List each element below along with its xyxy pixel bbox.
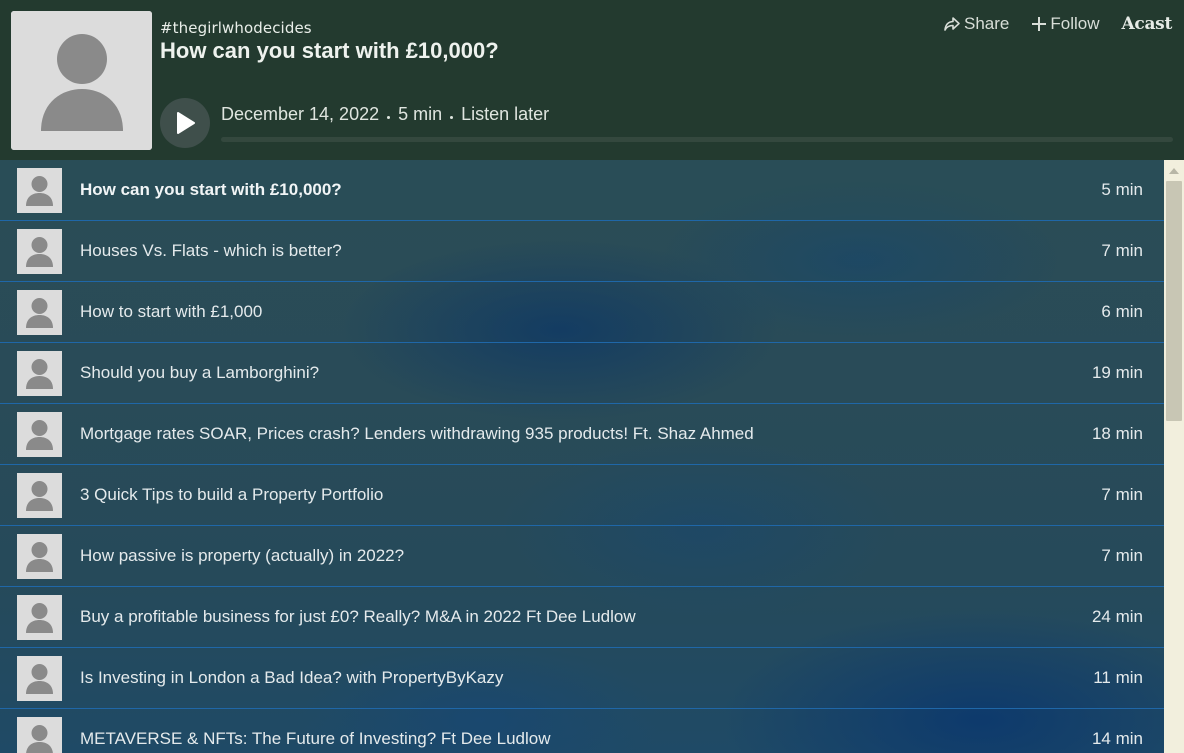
play-button[interactable]	[160, 98, 210, 148]
episode-row-title: How can you start with £10,000?	[80, 180, 342, 199]
episode-thumbnail	[17, 717, 62, 753]
share-arrow-icon	[944, 17, 960, 31]
episode-thumbnail	[17, 351, 62, 396]
plus-icon	[1032, 17, 1047, 31]
episode-date: December 14, 2022	[221, 104, 380, 124]
episode-thumbnail	[17, 473, 62, 518]
playback-progress-bar[interactable]	[221, 137, 1173, 142]
player-header: #thegirlwhodecides How can you start wit…	[0, 0, 1184, 160]
episode-thumbnail	[17, 290, 62, 335]
person-placeholder-icon	[17, 656, 62, 701]
episode-row-duration: 7 min	[1101, 546, 1143, 565]
episode-row[interactable]: Is Investing in London a Bad Idea? with …	[0, 648, 1164, 709]
person-placeholder-icon	[17, 717, 62, 753]
scroll-up-arrow-icon	[1169, 168, 1179, 174]
episode-row-duration: 6 min	[1101, 302, 1143, 321]
episode-row-duration: 5 min	[1101, 180, 1143, 199]
play-icon	[177, 112, 195, 134]
episode-row-title: How passive is property (actually) in 20…	[80, 546, 405, 565]
person-placeholder-icon	[17, 595, 62, 640]
episode-row[interactable]: How passive is property (actually) in 20…	[0, 526, 1164, 587]
person-placeholder-icon	[17, 534, 62, 579]
episode-row[interactable]: Mortgage rates SOAR, Prices crash? Lende…	[0, 404, 1164, 465]
person-placeholder-icon	[17, 351, 62, 396]
episode-thumbnail	[17, 168, 62, 213]
separator-dot	[387, 116, 391, 119]
episode-row[interactable]: Should you buy a Lamborghini? 19 min	[0, 343, 1164, 404]
show-name[interactable]: #thegirlwhodecides	[160, 19, 312, 37]
episode-row[interactable]: Buy a profitable business for just £0? R…	[0, 587, 1164, 648]
episode-row-duration: 14 min	[1091, 729, 1143, 748]
episode-title: How can you start with £10,000?	[160, 38, 499, 63]
person-placeholder-icon	[17, 412, 62, 457]
person-placeholder-icon	[17, 168, 62, 213]
episode-row-duration: 11 min	[1093, 668, 1143, 687]
episode-row-title: Should you buy a Lamborghini?	[80, 363, 320, 382]
episode-list: How can you start with £10,000? 5 min Hous…	[0, 160, 1164, 753]
episode-thumbnail	[17, 229, 62, 274]
episode-row-title: Is Investing in London a Bad Idea? with …	[80, 668, 504, 687]
episode-row[interactable]: How to start with £1,000 6 min	[0, 282, 1164, 343]
episode-row-duration: 24 min	[1091, 607, 1143, 626]
episode-row-title: 3 Quick Tips to build a Property Portfol…	[80, 485, 384, 504]
episode-row-title: Houses Vs. Flats - which is better?	[80, 241, 342, 260]
episode-thumbnail	[17, 656, 62, 701]
acast-logo[interactable]: Acast	[1122, 14, 1173, 34]
share-label: Share	[964, 14, 1010, 33]
episode-thumbnail	[17, 412, 62, 457]
person-placeholder-icon	[17, 290, 62, 335]
person-placeholder-icon	[17, 229, 62, 274]
episode-row-title: Buy a profitable business for just £0? R…	[80, 607, 636, 626]
episode-row-duration: 7 min	[1101, 485, 1143, 504]
episode-duration: 5 min	[398, 104, 443, 124]
person-placeholder-icon	[17, 473, 62, 518]
follow-button[interactable]: Follow	[1031, 14, 1100, 34]
episode-row-title: How to start with £1,000	[80, 302, 263, 321]
episode-row-title: METAVERSE & NFTs: The Future of Investin…	[80, 729, 551, 748]
episode-row[interactable]: METAVERSE & NFTs: The Future of Investin…	[0, 709, 1164, 753]
episode-row-duration: 7 min	[1101, 241, 1143, 260]
scroll-up-button[interactable]	[1164, 164, 1184, 178]
episode-row-duration: 18 min	[1091, 424, 1143, 443]
episode-meta: December 14, 2022 5 min Listen later	[221, 104, 549, 125]
scrollbar[interactable]	[1164, 160, 1184, 753]
podcast-cover-image	[11, 11, 152, 150]
person-placeholder-icon	[11, 11, 152, 150]
share-button[interactable]: Share	[943, 14, 1009, 34]
episode-row[interactable]: Houses Vs. Flats - which is better? 7 min	[0, 221, 1164, 282]
episode-row[interactable]: 3 Quick Tips to build a Property Portfol…	[0, 465, 1164, 526]
episode-row-title: Mortgage rates SOAR, Prices crash? Lende…	[80, 424, 754, 443]
podcast-player: #thegirlwhodecides How can you start wit…	[0, 0, 1184, 753]
header-actions: Share Follow Acast	[943, 13, 1172, 35]
episode-row-duration: 19 min	[1091, 363, 1143, 382]
episode-thumbnail	[17, 534, 62, 579]
follow-label: Follow	[1050, 14, 1100, 33]
episode-row[interactable]: How can you start with £10,000? 5 min	[0, 160, 1164, 221]
listen-later-button[interactable]: Listen later	[461, 104, 549, 125]
scrollbar-thumb[interactable]	[1166, 181, 1182, 421]
separator-dot	[450, 116, 454, 119]
episode-thumbnail	[17, 595, 62, 640]
